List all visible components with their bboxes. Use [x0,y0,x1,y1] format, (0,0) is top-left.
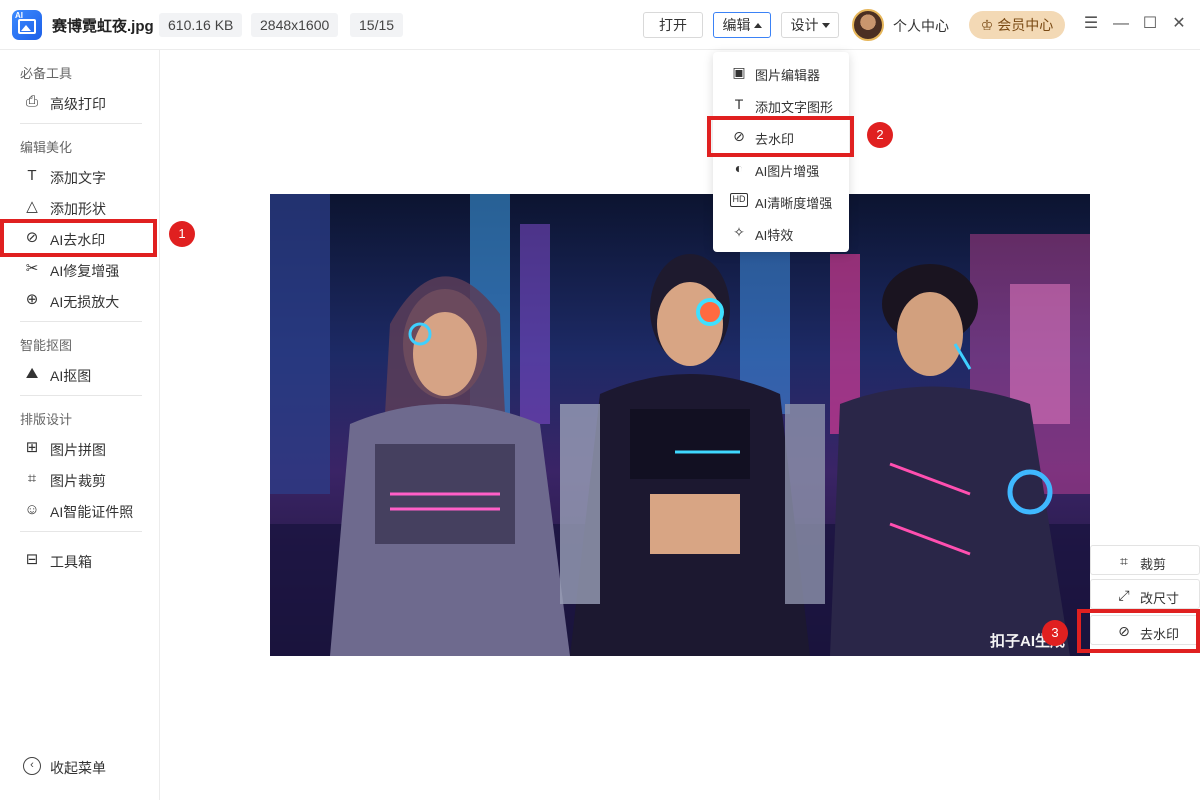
cutout-icon: ⛰ [25,365,39,382]
highlight-box [1077,609,1200,653]
sidebar-item-crop[interactable]: ⌗ 图片裁剪 [0,465,159,493]
menu-item-add-text-shape[interactable]: T 添加文字图形 [713,89,849,119]
close-icon[interactable]: ✕ [1169,14,1189,34]
vip-label: 会员中心 [997,17,1054,33]
section-title: 编辑美化 [20,140,73,155]
sidebar-item-label: 添加形状 [50,201,106,217]
divider [20,395,142,396]
menu-item-label: AI图片增强 [755,164,820,179]
menu-item-label: AI清晰度增强 [755,196,833,211]
text-icon: T [27,167,37,184]
maximize-icon[interactable]: ☐ [1140,14,1160,34]
sidebar: 必备工具 ⎙ 高级打印 编辑美化 T 添加文字 △ 添加形状 ⊘ AI去水印 ✂… [0,50,160,800]
magic-wand-icon: ✧ [733,224,745,240]
resize-icon: ⤢ [1118,587,1130,603]
section-title: 必备工具 [20,66,73,81]
user-center-link[interactable]: 个人中心 [893,16,949,36]
minimize-icon[interactable]: — [1111,14,1131,34]
crown-icon: ♔ [980,17,994,33]
menu-item-label: 图片编辑器 [755,68,821,83]
edit-menu-button[interactable]: 编辑 [713,12,771,38]
image-preview [270,194,1090,656]
menu-icon[interactable]: ☰ [1081,14,1101,34]
caret-down-icon [821,22,830,28]
collage-icon: ⊞ [25,439,39,456]
step-badge: 1 [169,221,195,247]
sidebar-item-label: 图片裁剪 [50,473,106,489]
text-icon: T [734,96,744,112]
crop-icon: ⌗ [1120,553,1128,569]
image-editor-icon: ▣ [732,64,746,80]
toolbox-icon: ⊟ [25,551,39,568]
open-button[interactable]: 打开 [643,12,703,38]
page-count-badge: 15/15 [350,13,404,37]
section-title: 智能抠图 [20,338,73,353]
enhance-icon: ◐ [734,160,744,176]
sidebar-item-label: AI修复增强 [50,263,120,279]
menu-item-label: 添加文字图形 [755,100,834,115]
menu-item-ai-effects[interactable]: ✧ AI特效 [713,217,849,247]
collapse-menu-button[interactable]: ‹ 收起菜单 [0,752,159,780]
design-label: 设计 [790,17,819,33]
id-photo-icon: ☺ [24,501,40,518]
sidebar-item-label: AI无损放大 [50,294,120,310]
hd-icon: HD [730,193,748,207]
avatar[interactable] [852,9,884,41]
file-name: 赛博霓虹夜.jpg [52,18,154,35]
sidebar-item-label: 工具箱 [50,554,92,570]
resize-tool-button[interactable]: ⤢ 改尺寸 [1090,579,1200,609]
open-label: 打开 [659,17,687,33]
crop-icon: ⌗ [27,470,37,487]
crop-tool-button[interactable]: ⌗ 裁剪 [1090,545,1200,575]
sidebar-item-add-shape[interactable]: △ 添加形状 [0,193,159,221]
top-bar: AI 赛博霓虹夜.jpg 610.16 KB 2848x1600 15/15 打… [0,0,1200,50]
sidebar-item-id-photo[interactable]: ☺ AI智能证件照 [0,496,159,524]
divider [20,321,142,322]
menu-item-ai-clarity[interactable]: HD AI清晰度增强 [713,185,849,215]
resize-label: 改尺寸 [1140,591,1180,606]
menu-item-label: AI特效 [755,228,794,243]
step-badge: 3 [1042,620,1068,646]
sidebar-item-label: AI智能证件照 [50,504,134,520]
menu-item-ai-enhance[interactable]: ◐ AI图片增强 [713,153,849,183]
menu-item-image-editor[interactable]: ▣ 图片编辑器 [713,57,849,87]
sidebar-item-collage[interactable]: ⊞ 图片拼图 [0,434,159,462]
sidebar-item-label: 添加文字 [50,170,106,186]
sidebar-item-toolbox[interactable]: ⊟ 工具箱 [0,546,159,574]
edit-label: 编辑 [722,17,751,33]
sidebar-item-print[interactable]: ⎙ 高级打印 [0,88,159,116]
sidebar-item-ai-upscale[interactable]: ⊕ AI无损放大 [0,286,159,314]
section-title: 排版设计 [20,412,73,427]
collapse-label: 收起菜单 [50,760,106,776]
zoom-in-icon: ⊕ [25,291,39,308]
step-badge: 2 [867,122,893,148]
highlight-box [0,219,157,257]
design-menu-button[interactable]: 设计 [781,12,839,38]
sidebar-item-label: 高级打印 [50,96,106,112]
repair-icon: ✂ [25,260,39,277]
shapes-icon: △ [26,198,38,215]
highlight-box [707,116,854,157]
app-logo-icon: AI [12,10,42,40]
sidebar-item-add-text[interactable]: T 添加文字 [0,162,159,190]
vip-center-button[interactable]: ♔ 会员中心 [969,11,1065,39]
printer-icon: ⎙ [25,93,38,110]
file-size-badge: 610.16 KB [159,13,243,37]
sidebar-item-ai-cutout[interactable]: ⛰ AI抠图 [0,360,159,388]
photo-illustration [270,194,1090,656]
sidebar-item-ai-repair[interactable]: ✂ AI修复增强 [0,255,159,283]
crop-label: 裁剪 [1140,557,1167,572]
sidebar-item-label: 图片拼图 [50,442,106,458]
dimensions-badge: 2848x1600 [251,13,339,37]
chevron-left-icon: ‹ [23,757,41,775]
divider [20,123,142,124]
sidebar-item-label: AI抠图 [50,368,92,384]
divider [20,531,142,532]
caret-up-icon [753,22,762,28]
